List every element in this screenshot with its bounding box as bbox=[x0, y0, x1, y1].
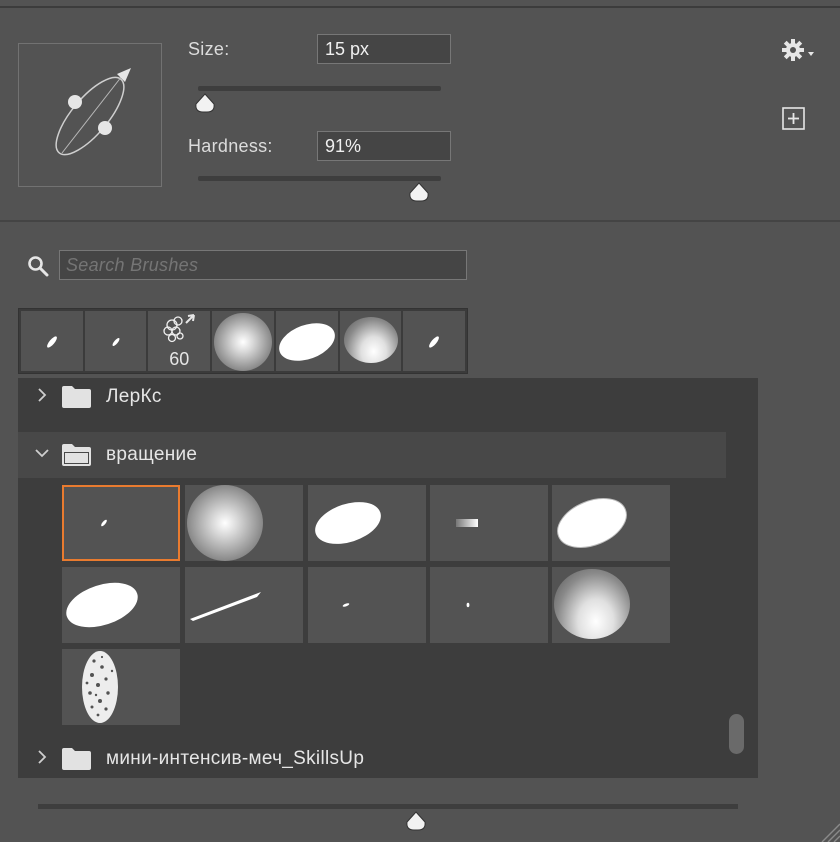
folder-row-mini-intensiv[interactable]: мини-интенсив-меч_SkillsUp bbox=[18, 736, 726, 778]
brush-tile[interactable] bbox=[552, 567, 670, 643]
brush-tile[interactable] bbox=[308, 567, 426, 643]
brush-tile[interactable] bbox=[185, 567, 303, 643]
hardness-field[interactable]: 91% bbox=[317, 131, 451, 161]
brush-tile[interactable] bbox=[552, 485, 670, 561]
gear-icon[interactable] bbox=[781, 38, 815, 62]
brush-tile[interactable] bbox=[185, 485, 303, 561]
chevron-right-icon[interactable] bbox=[34, 387, 50, 403]
preview-size-slider-thumb[interactable] bbox=[405, 810, 427, 832]
brush-tile[interactable] bbox=[308, 485, 426, 561]
brush-tile[interactable] bbox=[62, 649, 180, 725]
brush-tile-selected[interactable] bbox=[62, 485, 180, 561]
hardness-slider-thumb[interactable] bbox=[408, 181, 430, 203]
recent-brush-4[interactable] bbox=[212, 311, 274, 371]
panel-top-edge bbox=[0, 0, 840, 8]
brush-angle-roundness-preview[interactable] bbox=[18, 43, 162, 187]
recent-brushes-strip: 60 bbox=[18, 308, 468, 374]
brush-tile[interactable] bbox=[430, 485, 548, 561]
folder-row-vrashchenie[interactable]: вращение bbox=[18, 432, 726, 478]
recent-brush-size-badge: 60 bbox=[169, 349, 190, 369]
resize-grip-icon[interactable] bbox=[814, 816, 840, 842]
brush-angle-widget-icon bbox=[55, 68, 131, 156]
hardness-label: Hardness: bbox=[188, 136, 273, 156]
search-icon bbox=[28, 256, 49, 277]
recent-brush-3[interactable]: 60 bbox=[148, 311, 211, 371]
search-brushes-input[interactable] bbox=[59, 250, 467, 280]
recent-brush-6[interactable] bbox=[339, 311, 402, 371]
brush-tile[interactable] bbox=[430, 567, 548, 643]
size-label: Size: bbox=[188, 39, 230, 59]
brush-tile[interactable] bbox=[62, 567, 180, 643]
folder-open-icon bbox=[62, 444, 91, 466]
chevron-down-icon[interactable] bbox=[34, 445, 50, 461]
size-slider-track[interactable] bbox=[198, 86, 441, 91]
size-slider-thumb[interactable] bbox=[194, 92, 216, 114]
size-field[interactable]: 15 px bbox=[317, 34, 451, 64]
folder-name: вращение bbox=[106, 444, 198, 465]
brush-preset-list[interactable]: ЛерКс вращение мини-интенсив-меч_SkillsU… bbox=[18, 378, 758, 778]
preview-size-slider-track[interactable] bbox=[38, 804, 738, 809]
section-divider bbox=[0, 220, 840, 222]
recent-brush-2[interactable] bbox=[84, 311, 147, 371]
folder-row-lerks[interactable]: ЛерКс bbox=[18, 378, 726, 420]
folder-icon bbox=[62, 748, 91, 770]
list-scrollbar-thumb[interactable] bbox=[729, 714, 744, 754]
new-preset-icon[interactable] bbox=[782, 107, 805, 130]
recent-brush-7[interactable] bbox=[403, 311, 466, 371]
hardness-slider-track[interactable] bbox=[198, 176, 441, 181]
chevron-right-icon[interactable] bbox=[34, 749, 50, 765]
recent-brush-1[interactable] bbox=[21, 311, 83, 371]
folder-icon bbox=[62, 386, 91, 408]
folder-name: ЛерКс bbox=[106, 386, 162, 407]
recent-brush-5[interactable] bbox=[275, 311, 338, 371]
folder-name: мини-интенсив-меч_SkillsUp bbox=[106, 748, 365, 769]
